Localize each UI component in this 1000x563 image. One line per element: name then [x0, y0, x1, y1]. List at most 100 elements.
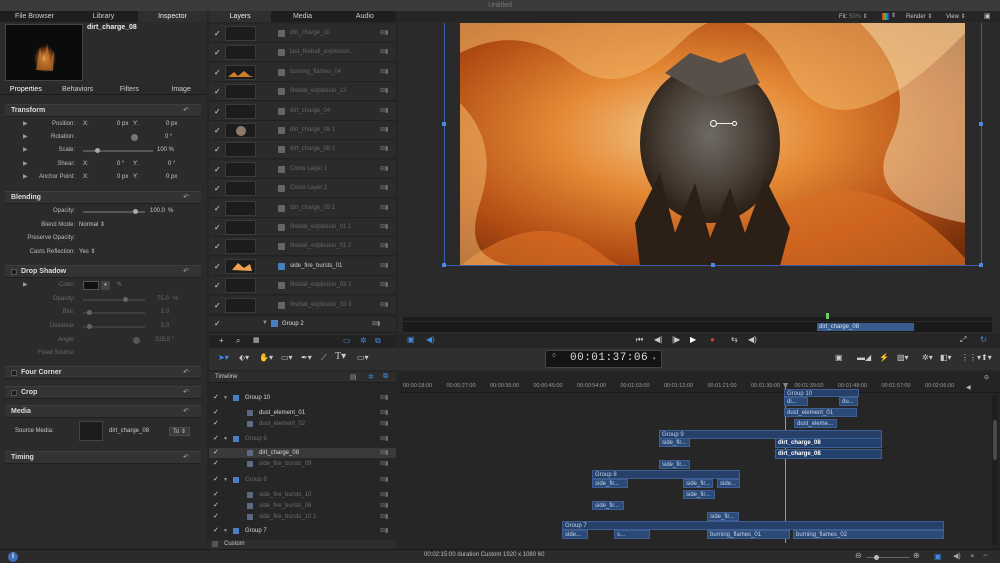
mask-tool-icon[interactable]: ▭▾ [357, 353, 369, 362]
clip-side-fire-bursts-09[interactable]: side_fir... [659, 460, 690, 469]
custom-label[interactable]: Custom [224, 541, 245, 547]
filters-icon[interactable]: ▧▾ [897, 353, 909, 362]
search-icon[interactable]: ⌕ [236, 336, 240, 346]
lock-icon[interactable]: ⊞▮ [380, 419, 388, 429]
tab-layers[interactable]: Layers [209, 11, 272, 22]
end-marker[interactable]: ◀ [966, 384, 971, 391]
checkmark-icon[interactable]: ✓ [213, 393, 219, 403]
clip-side-fire-bursts-10[interactable]: side_fir... [683, 490, 715, 499]
lock-icon[interactable]: ⊞▮ [380, 393, 388, 403]
lock-icon[interactable]: ⊞▮ [380, 107, 388, 114]
select-tool-icon[interactable]: ➤▾ [218, 353, 229, 362]
reset-icon[interactable]: ↶ [183, 452, 189, 464]
reset-icon[interactable]: ↶ [183, 192, 189, 204]
play-icon[interactable]: ▶ [690, 335, 696, 344]
clip-burning-flames-01[interactable]: burning_flames_01 [707, 530, 790, 539]
source-media-well[interactable] [79, 421, 103, 441]
layer-filter-icon[interactable]: ▭ [343, 336, 351, 345]
checkmark-icon[interactable]: ✓ [213, 408, 219, 418]
audio-toggle-icon[interactable]: ◀) [953, 552, 961, 560]
checkmark-icon[interactable]: ✓ [214, 87, 221, 96]
shape-tool-icon[interactable]: ▭▾ [281, 353, 293, 362]
checkmark-icon[interactable]: ✓ [214, 204, 221, 213]
timeline-scrollbar[interactable] [992, 395, 998, 545]
paint-tool-icon[interactable]: ⟋ [321, 353, 327, 363]
lock-icon[interactable]: ⊞▮ [380, 434, 388, 444]
checkmark-icon[interactable]: ✓ [214, 107, 221, 116]
generators-icon[interactable]: ⚡ [879, 353, 889, 362]
disclosure-icon[interactable]: ▶ [23, 144, 28, 157]
step-forward-icon[interactable]: |▶ [672, 335, 680, 344]
tab-library[interactable]: Library [69, 11, 138, 22]
disclosure-down-icon[interactable]: ▼ [223, 526, 228, 536]
timeline-toggle-icon[interactable]: ▣ [934, 552, 942, 561]
lock-icon[interactable]: ⊞▮ [380, 262, 388, 269]
lock-icon[interactable]: ⊞▮ [380, 145, 388, 152]
lock-icon[interactable]: ⊞▮ [380, 512, 388, 522]
clip[interactable]: du... [839, 397, 858, 406]
disclosure-icon[interactable]: ▶ [23, 171, 28, 184]
layers-icon[interactable]: ⧉ [375, 336, 381, 346]
checkmark-icon[interactable]: ✓ [214, 184, 221, 193]
checkmark-icon[interactable]: ✓ [214, 262, 221, 271]
lock-icon[interactable]: ⊞▮ [380, 184, 388, 191]
shear-x-value[interactable]: 0 ° [117, 158, 124, 171]
timing-section-header[interactable]: Timing ↶ [5, 451, 201, 464]
zoom-icon[interactable]: ⊖ [984, 374, 989, 381]
lock-icon[interactable]: ⊞▮ [380, 204, 388, 211]
clip[interactable]: s... [614, 530, 650, 539]
lock-icon[interactable]: ⊞▮ [380, 223, 388, 230]
bounds-handle[interactable] [979, 122, 983, 126]
shadow-opacity-slider[interactable] [83, 299, 145, 301]
lock-icon[interactable]: ⊞▮ [380, 48, 388, 55]
go-to-start-icon[interactable]: ⏮ [636, 335, 643, 345]
expand-icon[interactable]: ⇔ [982, 552, 989, 559]
chevron-down-icon[interactable]: ▾ [101, 281, 110, 290]
gear-icon[interactable]: ✲ [368, 373, 374, 381]
lock-icon[interactable]: ⊞▮ [380, 459, 388, 469]
tab-inspector[interactable]: Inspector [138, 11, 207, 22]
timeline-layer-row[interactable]: ✓ side_fire_bursts_09 ⊞▮ [209, 459, 396, 469]
lock-icon[interactable]: ⊞▮ [380, 68, 388, 75]
mini-ruler[interactable] [403, 317, 992, 321]
lock-icon[interactable]: ⊞▮ [380, 408, 388, 418]
checkmark-icon[interactable]: ✓ [213, 512, 219, 522]
anchor-y-value[interactable]: 0 px [166, 171, 177, 184]
step-back-icon[interactable]: ◀| [654, 335, 662, 344]
layer-row[interactable]: ✓ fireball_explosion_01 1 ⊞▮ [209, 218, 396, 237]
checkmark-icon[interactable]: ✓ [214, 301, 221, 310]
layer-row[interactable]: ✓ dirt_charge_04 ⊞▮ [209, 101, 396, 121]
bounds-handle[interactable] [979, 263, 983, 267]
distance-knob[interactable] [87, 324, 92, 329]
color-well[interactable] [83, 281, 99, 290]
rotation-value[interactable]: 0 ° [165, 131, 172, 144]
bounds-handle[interactable] [442, 122, 446, 126]
disclosure-icon[interactable]: ▶ [23, 158, 28, 171]
reset-icon[interactable]: ↶ [183, 105, 189, 117]
rotation-dial[interactable] [131, 134, 138, 141]
tab-media[interactable]: Media [271, 11, 333, 22]
blending-section-header[interactable]: Blending ↶ [5, 191, 201, 204]
shadow-opacity-value[interactable]: 75.0 [157, 293, 169, 306]
reset-icon[interactable]: ↶ [183, 367, 189, 379]
opacity-slider-knob[interactable] [133, 209, 138, 214]
blend-mode-select[interactable]: Normal ⇕ [79, 219, 105, 232]
position-y-value[interactable]: 0 px [166, 118, 177, 131]
timeline-group-row[interactable]: ✓ ▼ Group 9 ⊞▮ [209, 434, 396, 444]
pan-tool-icon[interactable]: ✋▾ [259, 353, 273, 362]
lock-icon[interactable]: ⊞▮ [380, 126, 388, 133]
layer-row[interactable]: ✓ side_fire_bursts_01 ⊞▮ [209, 256, 396, 276]
bezier-tool-icon[interactable]: ✒▾ [301, 353, 312, 362]
lock-icon[interactable]: ⊞▮ [380, 501, 388, 511]
drop-shadow-checkbox[interactable] [11, 269, 17, 275]
layer-row[interactable]: ✓ dirt_charge_05 1 ⊞▮ [209, 198, 396, 218]
bounds-handle[interactable] [711, 263, 715, 267]
to-button[interactable]: To ⇕ [169, 427, 191, 436]
layer-row[interactable]: ✓ fireball_explosion_12 ⊞▮ [209, 82, 396, 102]
clip-side-fire-bursts-08[interactable]: side_fir... [592, 501, 624, 510]
loop-playback-icon[interactable]: ↻ [980, 335, 987, 344]
layer-row[interactable]: ✓ dirt_charge_10 ⊞▮ [209, 24, 396, 43]
tab-properties[interactable]: Properties [0, 84, 52, 94]
behaviors-icon[interactable]: ✲▾ [922, 353, 933, 362]
lock-icon[interactable]: ⊞▮ [380, 242, 388, 249]
